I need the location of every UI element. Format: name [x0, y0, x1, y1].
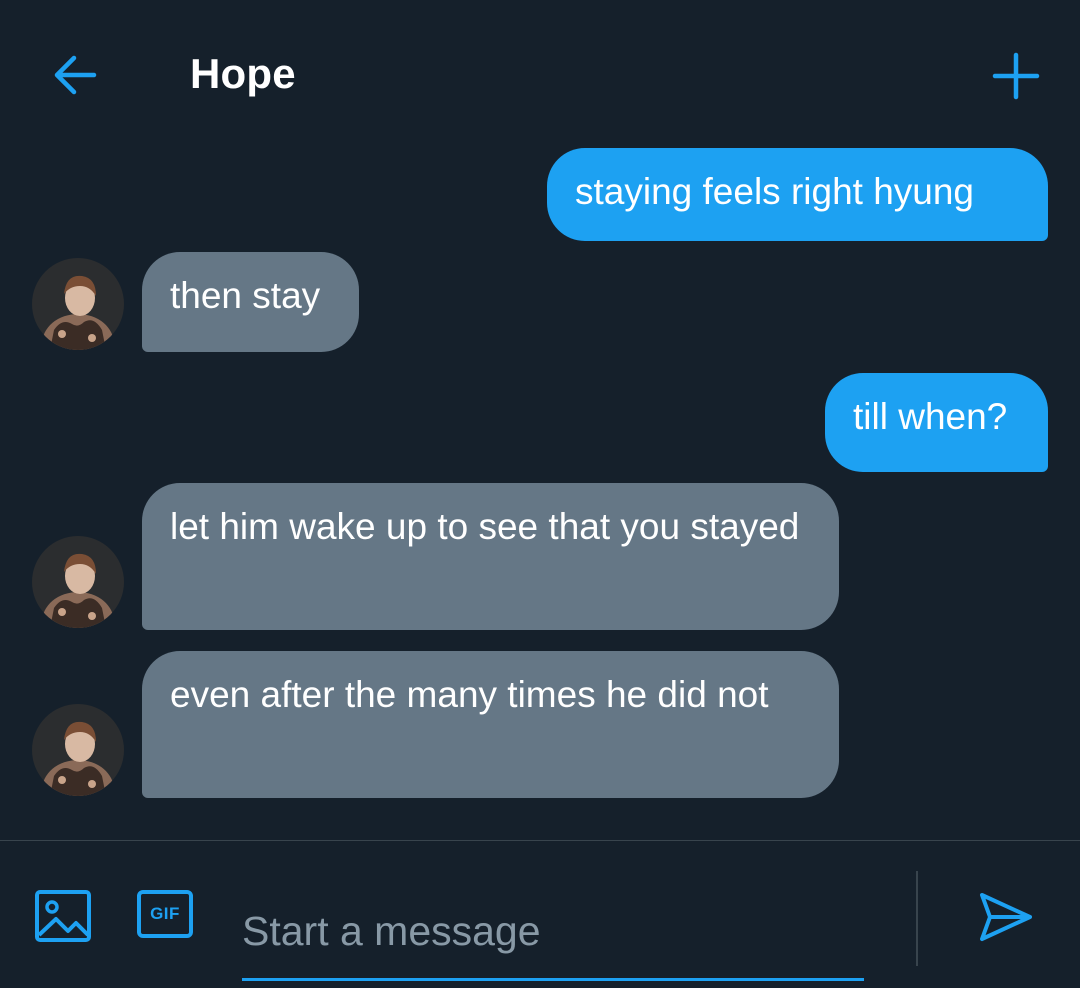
message-text: staying feels right hyung [575, 171, 975, 212]
message-text: let him wake up to see that you stayed [170, 506, 800, 547]
message-bubble-received[interactable]: even after the many times he did not [142, 651, 839, 798]
message-input[interactable] [242, 881, 864, 981]
message-text: till when? [853, 396, 1008, 437]
message-text: even after the many times he did not [170, 674, 769, 715]
back-button[interactable] [48, 48, 102, 102]
avatar[interactable] [32, 536, 124, 628]
message-text: then stay [170, 275, 321, 316]
avatar-image [32, 258, 124, 350]
composer-divider [916, 871, 918, 966]
add-image-button[interactable] [34, 889, 92, 943]
gif-label: GIF [150, 904, 180, 923]
send-icon [980, 893, 1032, 941]
new-message-button[interactable] [988, 48, 1044, 104]
conversation-header: Hope [0, 0, 1080, 140]
message-bubble-received[interactable]: let him wake up to see that you stayed [142, 483, 839, 630]
input-underline [242, 978, 864, 981]
message-bubble-sent[interactable]: till when? [825, 373, 1048, 472]
avatar-image [32, 536, 124, 628]
avatar[interactable] [32, 258, 124, 350]
gif-button[interactable]: GIF [137, 890, 193, 938]
plus-icon [992, 52, 1040, 100]
avatar-image [32, 704, 124, 796]
send-button[interactable] [978, 891, 1034, 943]
avatar[interactable] [32, 704, 124, 796]
message-composer: GIF [0, 840, 1080, 988]
conversation-title[interactable]: Hope [190, 50, 296, 98]
arrow-left-icon [54, 55, 97, 95]
image-icon [35, 890, 91, 942]
message-bubble-received[interactable]: then stay [142, 252, 359, 352]
message-bubble-sent[interactable]: staying feels right hyung [547, 148, 1048, 241]
